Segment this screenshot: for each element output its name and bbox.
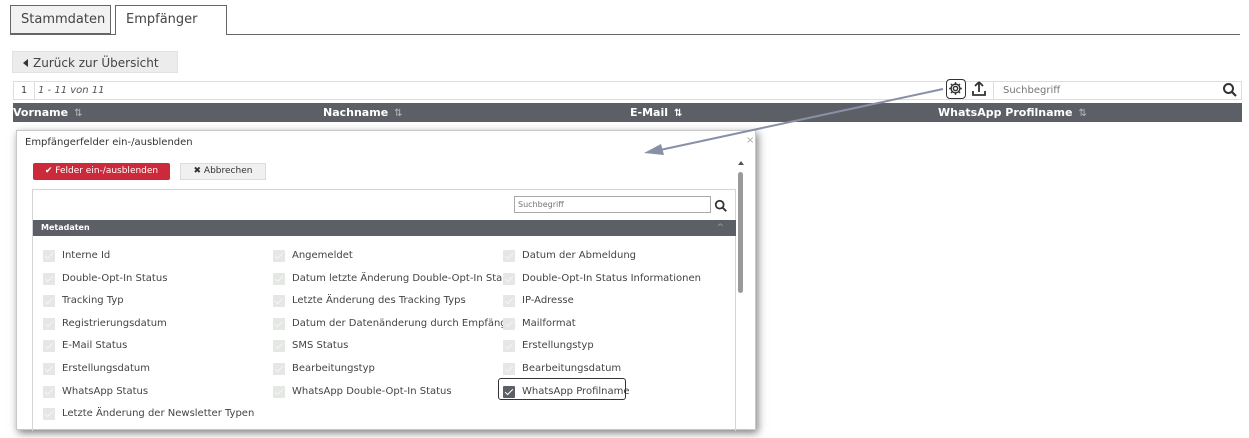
field-search-input[interactable] (514, 196, 711, 213)
search-input[interactable] (993, 81, 1242, 100)
field-option-label: Double-Opt-In Status (62, 272, 168, 284)
checkbox[interactable] (43, 385, 55, 398)
tab-bar: Stammdaten Empfänger (10, 5, 1240, 35)
sort-icon: ⇅ (674, 108, 683, 119)
field-search-button[interactable] (714, 198, 728, 212)
checkbox[interactable] (43, 250, 55, 262)
apply-fields-button[interactable]: ✔ Felder ein-/ausblenden (33, 163, 170, 180)
search-icon (1223, 83, 1237, 97)
cancel-button[interactable]: ✖ Abbrechen (180, 163, 266, 180)
field-option-label: Datum letzte Änderung Double-Opt-In Sta.… (292, 272, 512, 284)
field-option-label: E-Mail Status (62, 340, 128, 352)
field-option-label: Bearbeitungstyp (292, 363, 375, 374)
chevron-up-icon: ^ (716, 223, 724, 233)
tab-empfaenger[interactable]: Empfänger (115, 5, 227, 35)
checkbox[interactable] (43, 272, 55, 285)
caret-left-icon (23, 59, 28, 67)
record-range: 1 - 11 von 11 (38, 85, 105, 96)
tab-stammdaten[interactable]: Stammdaten (10, 5, 111, 34)
search-icon (714, 199, 727, 212)
gear-icon (949, 82, 962, 95)
page-number[interactable]: 1 (14, 82, 35, 99)
column-label: E-Mail (630, 106, 668, 119)
table-header: Vorname ⇅ Nachname ⇅ E-Mail ⇅ WhatsApp Prof… (13, 103, 1242, 122)
field-option-label: Erstellungstyp (522, 340, 594, 352)
field-option-label: Mailformat (522, 317, 576, 329)
sort-icon: ⇅ (394, 108, 403, 119)
field-option-label: Double-Opt-In Status Informationen (522, 272, 701, 284)
column-header-nachname[interactable]: Nachname ⇅ (323, 103, 403, 123)
column-label: WhatsApp Profilname (938, 106, 1073, 119)
column-header-email[interactable]: E-Mail ⇅ (630, 103, 682, 123)
field-option-label: Datum der Datenänderung durch Empfäng... (292, 317, 517, 329)
checkbox[interactable] (273, 340, 285, 353)
search-button[interactable] (1222, 82, 1238, 98)
field-option-label: IP-Adresse (522, 295, 574, 307)
close-icon[interactable]: × (746, 135, 754, 146)
field-option-label: Bearbeitungsdatum (522, 363, 622, 374)
column-label: Vorname (13, 106, 69, 119)
scroll-up-icon[interactable] (738, 161, 744, 165)
column-header-whatsapp-profilname[interactable]: WhatsApp Profilname ⇅ (938, 103, 1087, 123)
dialog-title: Empfängerfelder ein-/ausblenden (25, 137, 193, 148)
checkbox[interactable] (273, 295, 285, 308)
field-option-label: Letzte Änderung des Tracking Typs (292, 295, 466, 307)
sort-icon: ⇅ (74, 108, 83, 119)
checkbox[interactable] (503, 340, 515, 353)
checkbox[interactable] (503, 363, 515, 375)
checkbox[interactable] (503, 317, 515, 330)
field-option-label: Tracking Typ (62, 295, 124, 307)
checkbox[interactable] (273, 317, 285, 330)
field-visibility-dialog: Empfängerfelder ein-/ausblenden × ✔ Feld… (16, 130, 756, 431)
section-label: Metadaten (41, 223, 90, 232)
field-option-label: Letzte Änderung der Newsletter Typen (62, 408, 255, 420)
checkbox[interactable] (273, 250, 285, 262)
checkbox[interactable] (273, 385, 285, 398)
back-to-overview-button[interactable]: Zurück zur Übersicht (12, 51, 178, 73)
checkbox[interactable] (503, 250, 515, 262)
checkbox[interactable] (43, 363, 55, 375)
column-settings-button[interactable] (946, 79, 966, 99)
export-button[interactable] (970, 80, 988, 98)
section-header-metadaten[interactable]: Metadaten ^ (33, 220, 736, 236)
field-option-label: WhatsApp Double-Opt-In Status (292, 385, 452, 397)
checkbox[interactable] (43, 295, 55, 308)
checkbox[interactable] (43, 408, 55, 421)
field-option-label: SMS Status (292, 340, 349, 352)
checkbox[interactable] (503, 272, 515, 285)
checkbox[interactable] (273, 272, 285, 285)
checkbox[interactable] (273, 363, 285, 375)
field-option-label: Angemeldet (292, 250, 353, 261)
field-option-label: Datum der Abmeldung (522, 250, 637, 261)
field-option-label: Erstellungsdatum (62, 363, 150, 374)
field-option-label: Interne Id (62, 250, 111, 261)
field-option-label: Registrierungsdatum (62, 317, 167, 329)
checkbox[interactable] (43, 317, 55, 330)
highlight-frame (498, 378, 626, 400)
column-header-vorname[interactable]: Vorname ⇅ (13, 103, 82, 123)
column-label: Nachname (323, 106, 389, 119)
checkbox[interactable] (43, 340, 55, 353)
back-button-label: Zurück zur Übersicht (33, 56, 159, 70)
checkbox[interactable] (503, 295, 515, 308)
upload-icon (972, 81, 986, 96)
sort-icon: ⇅ (1078, 108, 1087, 119)
field-option-label: WhatsApp Status (62, 385, 149, 397)
scrollbar-thumb[interactable] (738, 172, 743, 293)
